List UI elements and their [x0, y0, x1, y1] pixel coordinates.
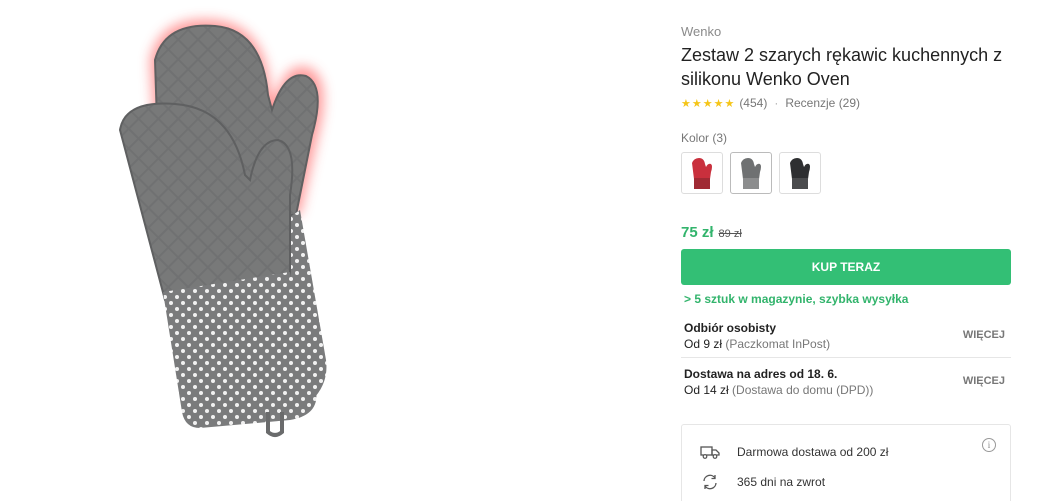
color-swatch-red[interactable] [681, 152, 723, 194]
benefit-text: 365 dni na zwrot [737, 475, 826, 489]
rating-row: ★★★★★ (454) · Recenzje (29) [681, 96, 860, 110]
oven-mitt-image [118, 19, 327, 437]
color-label: Kolor (3) [681, 131, 728, 145]
benefits-box: i Darmowa dostawa od 200 zł 365 dni na z… [681, 424, 1011, 501]
benefit-returns: 365 dni na zwrot [700, 474, 825, 490]
red-mitt-icon [692, 158, 712, 189]
return-icon [700, 474, 720, 490]
delivery-price-value: Od 14 zł [684, 383, 729, 397]
benefit-free-delivery: Darmowa dostawa od 200 zł [700, 444, 888, 460]
benefit-text: Darmowa dostawa od 200 zł [737, 445, 889, 459]
brand-link[interactable]: Wenko [681, 24, 721, 39]
color-swatch-grey[interactable] [730, 152, 772, 194]
delivery-detail: (Dostawa do domu (DPD)) [732, 383, 874, 397]
color-swatches [681, 152, 821, 194]
price-row: 75 zł 89 zł [681, 224, 742, 241]
delivery-price: Od 9 zł (Paczkomat InPost) [684, 337, 830, 351]
delivery-detail: (Paczkomat InPost) [725, 337, 831, 351]
star-rating-icon: ★★★★★ [681, 97, 736, 110]
stock-status: > 5 sztuk w magazynie, szybka wysyłka [684, 292, 909, 306]
product-image[interactable] [0, 0, 500, 501]
grey-mitt-icon [741, 158, 761, 189]
more-link[interactable]: WIĘCEJ [963, 375, 1005, 387]
delivery-option-address: Dostawa na adres od 18. 6. Od 14 zł (Dos… [681, 362, 1011, 402]
delivery-title: Odbiór osobisty [684, 321, 777, 335]
delivery-option-pickup: Odbiór osobisty Od 9 zł (Paczkomat InPos… [681, 316, 1011, 358]
rating-count[interactable]: (454) [739, 96, 767, 110]
truck-icon [700, 444, 720, 460]
separator: · [774, 96, 779, 110]
buy-now-button[interactable]: KUP TERAZ [681, 249, 1011, 285]
current-price: 75 zł [681, 224, 714, 241]
product-title: Zestaw 2 szarych rękawic kuchennych z si… [681, 45, 1003, 89]
color-swatch-black[interactable] [779, 152, 821, 194]
delivery-price-value: Od 9 zł [684, 337, 723, 351]
old-price: 89 zł [718, 228, 742, 240]
reviews-link[interactable]: Recenzje (29) [785, 96, 860, 110]
delivery-title: Dostawa na adres od 18. 6. [684, 367, 838, 381]
delivery-price: Od 14 zł (Dostawa do domu (DPD)) [684, 383, 873, 397]
more-link[interactable]: WIĘCEJ [963, 329, 1005, 341]
black-mitt-icon [790, 158, 810, 189]
info-icon[interactable]: i [982, 438, 996, 452]
